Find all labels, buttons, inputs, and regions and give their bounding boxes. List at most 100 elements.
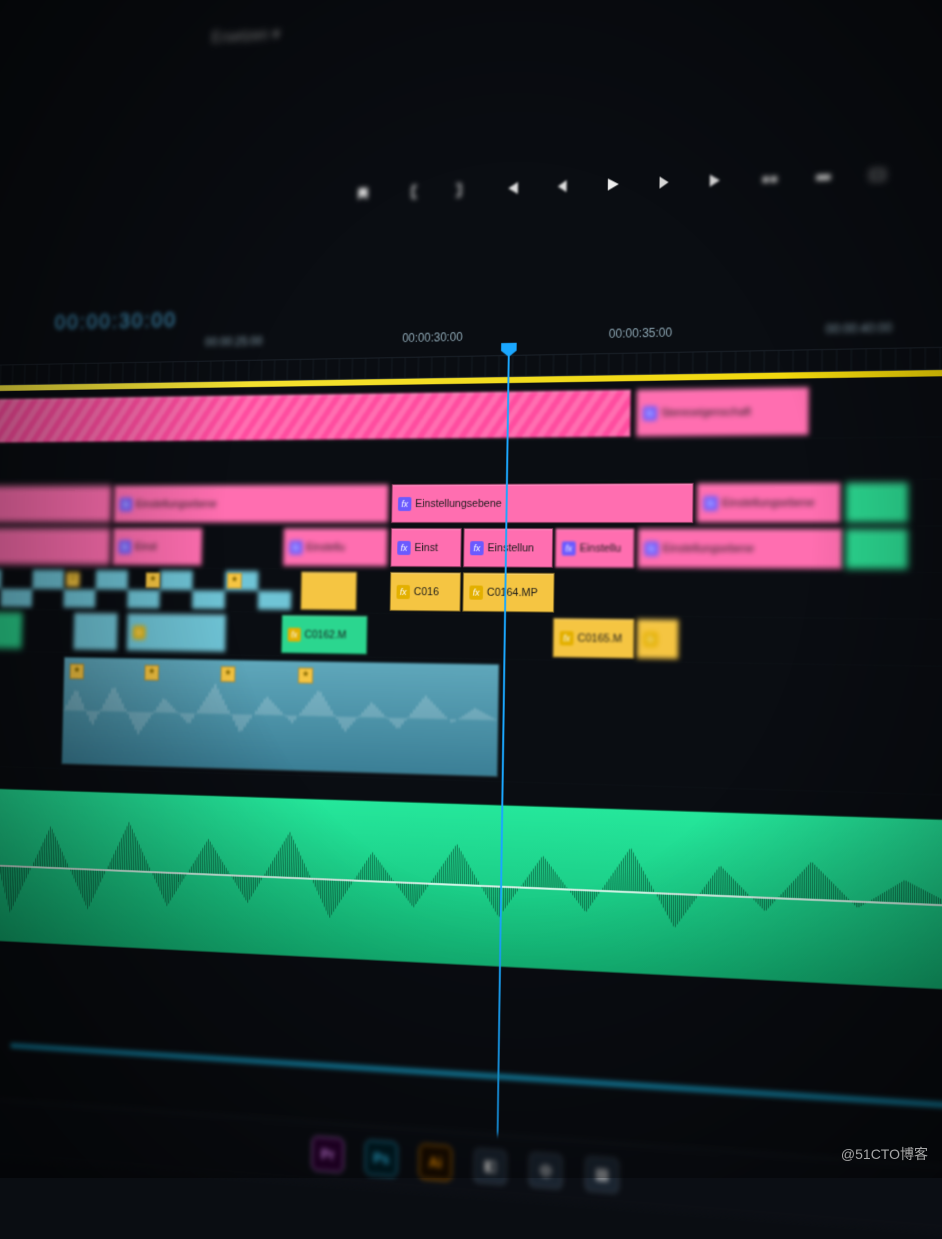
adjustment-layer-clip[interactable]: fx Einstellun [463,528,553,568]
clip-label: C016 [414,586,439,598]
watermark: @51CTO博客 [841,1144,928,1164]
menu-dropdown-label: Ersetzen [211,27,268,47]
clip-label: Einstellungsebene [415,497,502,509]
ruler-tick: 00:00:40:00 [826,321,893,337]
fx-badge-icon: fx [560,631,574,646]
video-clip[interactable] [73,612,118,650]
waveform-icon [0,796,942,985]
set-in-button[interactable] [403,183,420,201]
mark-in-button[interactable] [354,185,371,203]
clip-label: Einstellun [487,542,534,554]
fx-badge-icon: fx [120,497,133,511]
clip-label: C0164.MP [487,586,538,599]
video-track-1[interactable]: fx Einst fx Einstellu fx Einst fx Einste… [0,526,942,574]
video-clip[interactable]: fx C016 [390,572,461,612]
overwrite-button[interactable] [814,167,833,186]
video-clip[interactable]: fx [126,613,226,652]
waveform-icon [63,673,499,759]
video-clip[interactable] [845,482,909,523]
video-clip[interactable] [0,611,23,649]
audio-clip[interactable] [0,787,942,994]
adjustment-layer-clip[interactable] [0,485,112,523]
fx-badge-icon: fx [119,540,132,554]
fx-badge-icon: fx [288,627,301,641]
fx-badge-icon: fx [289,540,302,554]
video-track-3[interactable]: fx Stereoeigenschaft [0,381,942,446]
fx-badge-icon: fx [469,585,483,599]
keyframe-marker-icon[interactable] [144,665,159,681]
audio-clip[interactable] [61,657,499,777]
app-icon[interactable]: ◎ [529,1151,563,1189]
video-clip[interactable]: fx C0162.M [281,615,368,655]
current-timecode[interactable]: 00:00:30:00 [54,307,177,335]
clip-label: Einst [135,541,157,553]
adjustment-layer-clip[interactable]: fx Einstellungsebene [696,482,841,523]
clip-label: C0162.M [304,628,346,640]
clip-label: Einstellungsebene [722,496,815,509]
insert-button[interactable] [761,169,780,188]
taskbar: Pr Ps Ai ◧ ◎ ▤ [0,1097,942,1239]
clip-label: Einstellungsebene [136,498,217,510]
keyframe-marker-icon[interactable] [220,666,235,682]
keyframe-marker-icon[interactable] [70,664,85,680]
fx-badge-icon: fx [397,540,411,554]
fx-badge-icon: fx [398,497,412,511]
video-clip[interactable] [300,571,357,610]
adjustment-layer-clip[interactable] [0,389,631,443]
export-frame-button[interactable] [868,165,887,184]
step-back-button[interactable] [553,177,571,196]
clip-label: Einst [414,542,438,554]
adjustment-layer-clip[interactable] [0,528,111,566]
clip-label: Einstellu [580,542,622,554]
menu-dropdown[interactable]: Ersetzen ▾ [211,24,280,47]
play-button[interactable] [604,175,622,194]
adjustment-layer-clip[interactable]: fx Einst [112,528,203,566]
keyframe-marker-icon[interactable] [66,572,80,588]
fx-badge-icon: fx [562,541,576,555]
adjustment-layer-clip[interactable]: fx Einstellungsebene [113,484,389,523]
video-track-2[interactable]: fx Einstellungsebene fx Einstellungseben… [0,479,942,526]
fx-badge-icon: fx [133,625,146,639]
set-out-button[interactable] [452,181,469,199]
app-icon[interactable]: ◧ [473,1147,507,1185]
clip-label: Einstellu [306,541,345,553]
time-ruler[interactable]: 00:00:25:00 00:00:30:00 00:00:35:00 00:0… [205,317,942,349]
ruler-tick: 00:00:35:00 [609,325,672,341]
clip-label: Stereoeigenschaft [661,406,751,419]
adjustment-layer-clip[interactable]: fx Einstellungsebene [637,528,843,569]
clip-label: Einstellungsebene [663,542,755,555]
adjustment-layer-clip[interactable]: fx Einstellu [555,528,635,568]
ruler-tick: 00:00:30:00 [402,330,463,345]
keyframe-marker-icon[interactable] [298,667,313,683]
ruler-tick: 00:00:25:00 [205,334,263,349]
fx-badge-icon: fx [644,541,658,555]
video-clip[interactable] [845,528,909,569]
adjustment-layer-clip[interactable]: fx Stereoeigenschaft [636,387,810,437]
fx-badge-icon: fx [643,632,657,647]
audio-track-2[interactable] [0,781,942,1001]
illustrator-app-icon[interactable]: Ai [419,1143,453,1181]
adjustment-layer-clip[interactable]: fx Einstellu [283,528,389,567]
keyframe-marker-icon[interactable] [227,573,242,589]
video-track-gap [0,437,942,484]
premiere-app-icon[interactable]: Pr [311,1135,344,1172]
adjustment-layer-clip[interactable]: fx Einstellungsebene [391,483,694,523]
chevron-down-icon: ▾ [272,26,280,43]
fx-badge-icon: fx [643,406,657,420]
fx-badge-icon: fx [396,584,410,598]
video-clip[interactable]: fx C0164.MP [462,572,554,612]
fx-badge-icon: fx [704,496,718,510]
fx-badge-icon: fx [470,541,484,555]
photoshop-app-icon[interactable]: Ps [365,1139,398,1176]
adjustment-layer-clip[interactable]: fx Einst [390,528,461,567]
scrollbar[interactable] [10,1044,942,1114]
go-to-out-button[interactable] [708,171,726,190]
app-icon[interactable]: ▤ [585,1155,620,1193]
transport-controls [354,165,887,203]
clip-label: C0165.M [577,632,622,645]
go-to-in-button[interactable] [502,179,520,198]
keyframe-marker-icon[interactable] [146,572,161,588]
video-clip[interactable]: fx [636,619,679,660]
step-forward-button[interactable] [655,173,673,192]
video-clip[interactable]: fx C0165.M [553,618,635,659]
